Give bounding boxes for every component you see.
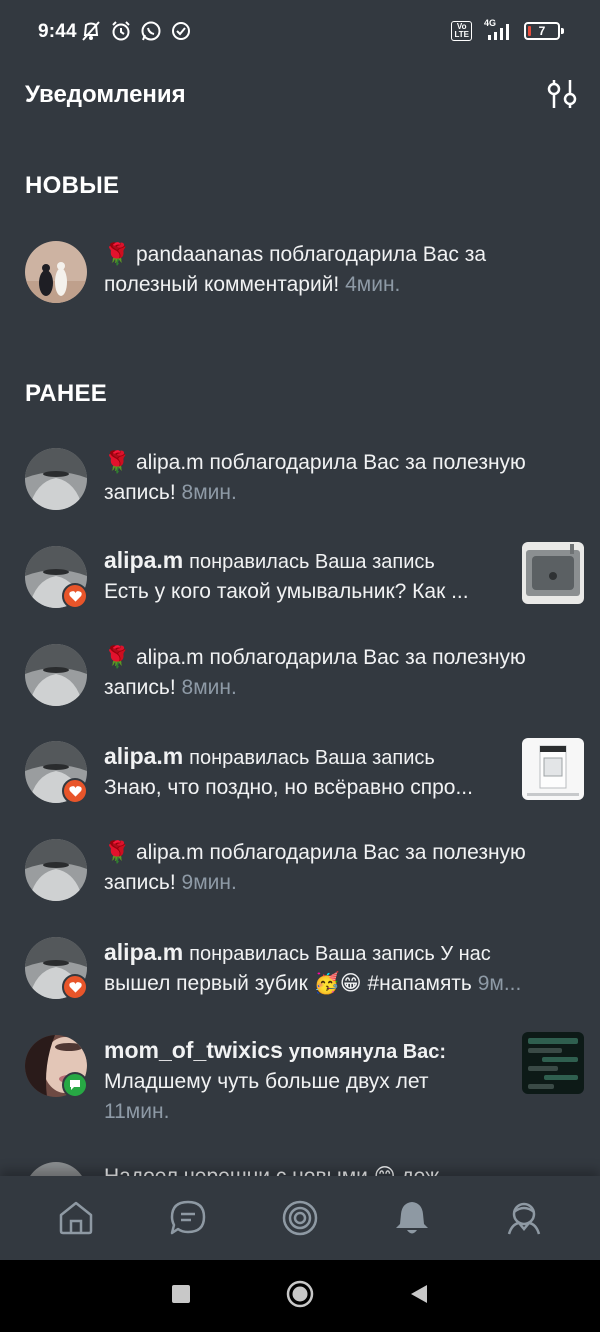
notification-text: 🌹 alipa.m поблагодарила Вас за полезную … [104,643,584,703]
notification-text: 🌹 alipa.m поблагодарила Вас за полезную … [104,448,584,508]
notification-text: alipa.m понравилась Ваша запись Есть у к… [104,545,518,607]
nav-explore[interactable] [276,1194,324,1242]
bell-icon [396,1202,428,1234]
vibrate-off-icon [82,21,100,41]
notification-item[interactable]: alipa.m понравилась Ваша запись У нас вы… [0,937,600,1017]
like-badge [62,583,88,609]
signal-icon: 4G [480,18,516,42]
notification-line-2: запись! [104,871,176,894]
like-badge [62,974,88,1000]
notification-user[interactable]: mom_of_twixics [104,1037,283,1063]
like-badge [62,778,88,804]
notification-text: alipa.m понравилась Ваша запись У нас вы… [104,937,584,999]
notification-item[interactable]: 🌹 alipa.m поблагодарила Вас за полезную … [0,643,600,723]
section-title-new: НОВЫЕ [25,172,120,199]
heart-icon [68,982,82,993]
speech-bubble-icon [70,1080,80,1090]
back-triangle-icon [411,1284,427,1303]
notification-text: alipa.m понравилась Ваша запись Знаю, чт… [104,741,518,803]
notification-item[interactable]: alipa.m понравилась Ваша запись Есть у к… [0,542,600,625]
avatar[interactable] [25,241,87,303]
alarm-icon [112,21,130,41]
status-bar: 9:44 Vo LTE 4G 7 [0,0,600,64]
square-icon [172,1284,190,1303]
heart-icon [68,786,82,797]
status-notification-icons [80,20,192,42]
chat-icon [170,1200,206,1235]
notification-line-2: полезный комментарий! [104,273,340,296]
filter-button[interactable] [544,76,580,112]
notification-action: упомянула Вас: [288,1041,447,1063]
post-thumbnail[interactable] [522,738,584,800]
notification-time: 9мин. [181,871,237,894]
notification-time: 9м... [477,972,522,995]
system-nav-bar [0,1260,600,1332]
nav-notifications[interactable] [388,1194,436,1242]
notification-time: 4мин. [345,273,401,296]
notification-time: 8мин. [181,676,237,699]
notification-text: 🌹 alipa.m поблагодарила Вас за полезную … [104,838,584,898]
status-time: 9:44 [38,21,77,42]
notification-user[interactable]: alipa.m [104,743,183,769]
nav-profile[interactable] [500,1194,548,1242]
battery-icon: 7 [524,22,564,40]
circle-icon [286,1280,314,1307]
profile-icon [507,1202,541,1235]
notification-action: понравилась Ваша запись [189,551,435,573]
network-type: 4G [484,18,497,28]
status-system-icons: Vo LTE 4G 7 [451,18,564,42]
notification-item[interactable]: alipa.m понравилась Ваша запись Знаю, чт… [0,738,600,821]
battery-level: 7 [538,24,546,38]
notification-line-2: Младшему чуть больше двух лет [104,1070,429,1093]
back-button[interactable] [409,1283,429,1310]
notification-line-2: Знаю, что поздно, но всёравно спро... [104,776,473,799]
notification-item[interactable]: 🌹 pandaananas поблагодарила Вас за полез… [0,240,600,320]
notification-line-2: запись! [104,676,176,699]
avatar[interactable] [25,448,87,510]
notification-line-2: вышел первый зубик 🥳😁 #напамять [104,972,472,995]
notification-text: mom_of_twixics упомянула Вас: Младшему ч… [104,1035,518,1127]
post-thumbnail[interactable] [522,1032,584,1094]
section-title-earlier: РАНЕЕ [25,380,108,407]
notification-line-1: 🌹 alipa.m поблагодарила Вас за полезную [104,646,526,669]
mention-badge [62,1072,88,1098]
notification-action: понравилась Ваша запись У нас [189,943,491,965]
notification-line-1: 🌹 alipa.m поблагодарила Вас за полезную [104,451,526,474]
post-thumbnail[interactable] [522,542,584,604]
notification-item[interactable]: 🌹 alipa.m поблагодарила Вас за полезную … [0,448,600,528]
heart-icon [68,591,82,602]
notification-line-2: запись! [104,481,176,504]
bottom-nav [0,1176,600,1260]
notification-item-partial[interactable]: Надоел черешни с новыми 😊 деж [0,1160,600,1176]
sliders-icon [547,80,577,108]
avatar[interactable] [25,839,87,901]
app-header: Уведомления [0,70,600,120]
nav-messages[interactable] [164,1194,212,1242]
page-title: Уведомления [25,81,186,108]
avatar[interactable] [25,644,87,706]
avatar [25,1162,87,1176]
notification-user[interactable]: alipa.m [104,939,183,965]
volte-indicator: Vo LTE [451,21,472,41]
home-icon [59,1201,93,1235]
notification-user[interactable]: alipa.m [104,547,183,573]
notification-line-1: 🌹 alipa.m поблагодарила Вас за полезную [104,841,526,864]
notification-line-1: Надоел черешни с новыми 😊 деж [104,1164,439,1176]
check-circle-icon [172,22,190,40]
home-button[interactable] [286,1280,314,1313]
target-icon [282,1200,318,1236]
notification-line-1: 🌹 pandaananas поблагодарила Вас за [104,243,487,266]
notification-item[interactable]: mom_of_twixics упомянула Вас: Младшему ч… [0,1032,600,1135]
notification-time: 8мин. [181,481,237,504]
notification-action: понравилась Ваша запись [189,747,435,769]
nav-home[interactable] [52,1194,100,1242]
notification-line-2: Есть у кого такой умывальник? Как ... [104,580,469,603]
notification-item[interactable]: 🌹 alipa.m поблагодарила Вас за полезную … [0,838,600,918]
whatsapp-icon [141,21,161,41]
notification-text: 🌹 pandaananas поблагодарила Вас за полез… [104,240,584,300]
recents-button[interactable] [171,1284,191,1309]
notification-time: 11мин. [104,1100,170,1123]
